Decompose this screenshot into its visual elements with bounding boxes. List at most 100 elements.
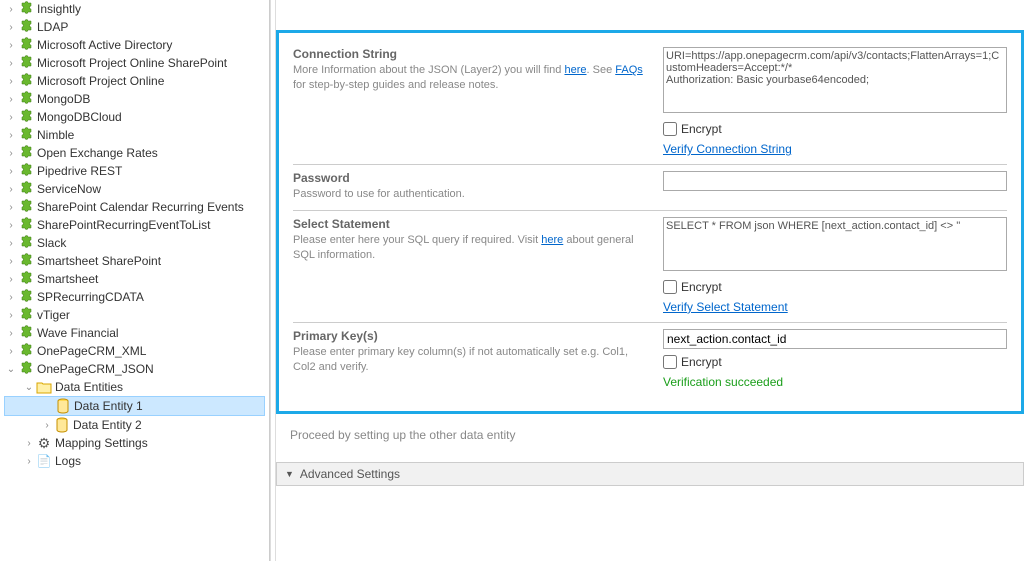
tree-label: Smartsheet [37,272,98,286]
puzzle-icon [18,1,34,17]
chevron-right-icon[interactable]: › [4,328,18,339]
tree-connector-item[interactable]: › Smartsheet [4,270,265,288]
chevron-right-icon[interactable]: › [4,4,18,15]
tree-connector-item[interactable]: ›Microsoft Active Directory [4,36,265,54]
highlighted-section: Connection String More Information about… [276,30,1024,414]
puzzle-icon [18,199,34,215]
chevron-right-icon[interactable]: › [4,292,18,303]
chevron-right-icon[interactable]: › [4,256,18,267]
password-input[interactable] [663,171,1007,191]
tree-data-entities[interactable]: ⌄ Data Entities [4,378,265,396]
tree-connector-item[interactable]: › Wave Financial [4,324,265,342]
tree-entity-1[interactable]: Data Entity 1 [4,396,265,416]
tree-label: OnePageCRM_JSON [37,362,154,376]
chevron-right-icon[interactable]: › [4,130,18,141]
chevron-right-icon[interactable]: › [4,274,18,285]
tree-connector-item[interactable]: › Nimble [4,126,265,144]
chevron-right-icon[interactable]: › [4,346,18,357]
tree-connector-item[interactable]: › MongoDBCloud [4,108,265,126]
puzzle-icon [18,289,34,305]
here-link[interactable]: here [541,234,563,246]
encrypt-checkbox[interactable] [663,122,677,136]
tree-connector-item[interactable]: ⌄ OnePageCRM_JSON [4,360,265,378]
puzzle-icon [18,271,34,287]
chevron-right-icon[interactable]: › [4,58,18,69]
chevron-right-icon[interactable]: › [4,94,18,105]
puzzle-icon [18,325,34,341]
tree-connector-item[interactable]: ›OnePageCRM_XML [4,342,265,360]
field-title: Select Statement [293,217,651,231]
tree-label: Data Entities [55,380,123,394]
puzzle-icon [18,217,34,233]
chevron-right-icon[interactable]: › [22,438,36,449]
field-description: Please enter here your SQL query if requ… [293,233,651,263]
primary-key-input[interactable] [663,329,1007,349]
faqs-link[interactable]: FAQs [615,64,643,76]
tree-label: Microsoft Project Online SharePoint [37,56,227,70]
select-statement-input[interactable]: SELECT * FROM json WHERE [next_action.co… [663,217,1007,271]
tree-logs[interactable]: › 📄 Logs [4,452,265,470]
proceed-text: Proceed by setting up the other data ent… [290,428,1024,442]
tree-label: Microsoft Project Online [37,74,164,88]
tree-connector-item[interactable]: › Pipedrive REST [4,162,265,180]
tree-connector-item[interactable]: › Insightly [4,0,265,18]
tree-connector-item[interactable]: ›vTiger [4,306,265,324]
chevron-right-icon[interactable]: › [4,40,18,51]
tree-label: Nimble [37,128,74,142]
triangle-down-icon: ▼ [285,469,294,479]
connection-string-row: Connection String More Information about… [293,41,1007,165]
tree-mapping-settings[interactable]: › ⚙ Mapping Settings [4,434,265,452]
puzzle-icon [18,55,34,71]
tree-connector-item[interactable]: ›SPRecurringCDATA [4,288,265,306]
chevron-right-icon[interactable]: › [4,220,18,231]
here-link[interactable]: here [564,64,586,76]
tree-label: Wave Financial [37,326,119,340]
verify-connection-link[interactable]: Verify Connection String [663,142,792,156]
tree-connector-item[interactable]: ›MongoDB [4,90,265,108]
puzzle-icon [18,235,34,251]
tree-connector-item[interactable]: ›Open Exchange Rates [4,144,265,162]
tree-connector-item[interactable]: › ServiceNow [4,180,265,198]
puzzle-icon [18,91,34,107]
chevron-right-icon[interactable]: › [40,420,54,431]
chevron-right-icon[interactable]: › [4,166,18,177]
tree-connector-item[interactable]: › Microsoft Project Online [4,72,265,90]
tree-label: Mapping Settings [55,436,148,450]
chevron-right-icon[interactable]: › [4,76,18,87]
tree-label: SharePointRecurringEventToList [37,218,210,232]
verify-select-link[interactable]: Verify Select Statement [663,300,788,314]
puzzle-icon [18,253,34,269]
puzzle-icon [18,163,34,179]
form-panel: Connection String More Information about… [276,0,1024,561]
tree-connector-item[interactable]: › Slack [4,234,265,252]
chevron-right-icon[interactable]: › [4,310,18,321]
chevron-right-icon[interactable]: › [4,184,18,195]
tree-connector-item[interactable]: ›LDAP [4,18,265,36]
chevron-right-icon[interactable]: › [22,456,36,467]
tree-label: ServiceNow [37,182,101,196]
tree-connector-item[interactable]: › SharePointRecurringEventToList [4,216,265,234]
tree-entity-2[interactable]: › Data Entity 2 [4,416,265,434]
chevron-right-icon[interactable]: › [4,22,18,33]
tree-label: Insightly [37,2,81,16]
verification-success: Verification succeeded [663,375,1007,389]
field-title: Password [293,171,651,185]
tree-label: Pipedrive REST [37,164,122,178]
tree-label: Slack [37,236,66,250]
chevron-down-icon[interactable]: ⌄ [4,364,18,375]
chevron-right-icon[interactable]: › [4,238,18,249]
chevron-right-icon[interactable]: › [4,112,18,123]
encrypt-checkbox[interactable] [663,280,677,294]
tree-connector-item[interactable]: ›Smartsheet SharePoint [4,252,265,270]
tree-connector-item[interactable]: › Microsoft Project Online SharePoint [4,54,265,72]
chevron-down-icon[interactable]: ⌄ [22,382,36,393]
chevron-right-icon[interactable]: › [4,148,18,159]
connection-string-input[interactable]: URI=https://app.onepagecrm.com/api/v3/co… [663,47,1007,113]
advanced-settings-toggle[interactable]: ▼ Advanced Settings [276,462,1024,486]
chevron-right-icon[interactable]: › [4,202,18,213]
folder-icon [36,379,52,395]
encrypt-checkbox[interactable] [663,355,677,369]
encrypt-label: Encrypt [681,280,722,294]
tree-connector-item[interactable]: ›SharePoint Calendar Recurring Events [4,198,265,216]
tree-label: MongoDBCloud [37,110,122,124]
